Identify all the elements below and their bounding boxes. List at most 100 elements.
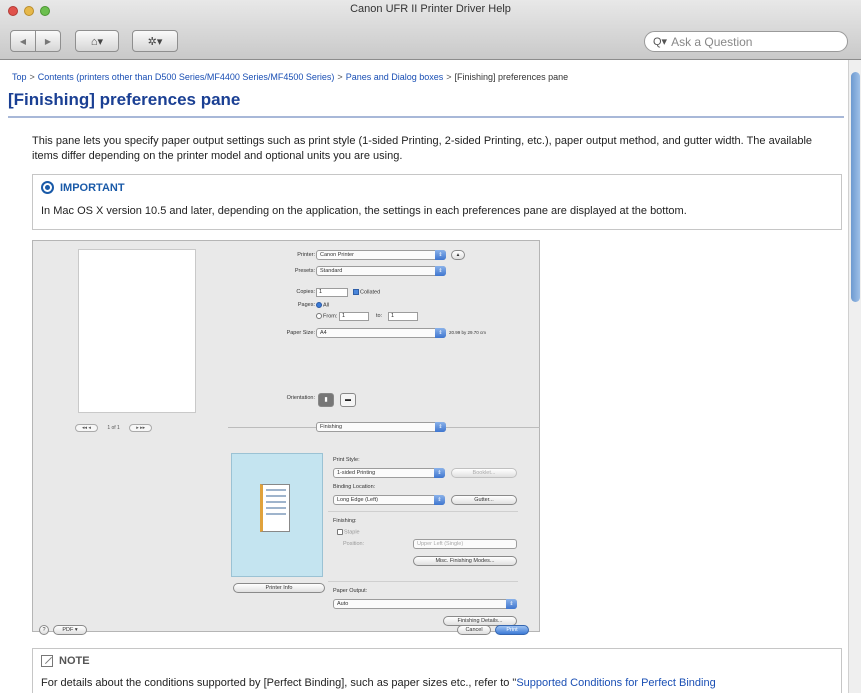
finishing-label: Finishing: (333, 518, 357, 524)
print-button: Print (495, 625, 529, 635)
group-divider (328, 511, 518, 512)
home-icon: ⌂▾ (90, 35, 104, 48)
booklet-button: Booklet... (451, 468, 517, 478)
supported-conditions-link[interactable]: Supported Conditions for Perfect Binding (516, 677, 715, 689)
document-icon (260, 484, 290, 532)
pane-select: Finishing ⇕ (316, 422, 446, 432)
page-title: [Finishing] preferences pane (8, 90, 844, 118)
chevron-updown-icon: ⇕ (435, 250, 446, 260)
help-icon: ? (39, 625, 49, 635)
gear-icon: ✲▾ (147, 35, 163, 48)
preview-next-button: ▸ ▸▸ (129, 424, 153, 432)
note-label: NOTE (59, 655, 90, 667)
search-input[interactable]: Q▾ Ask a Question (644, 31, 848, 52)
paper-output-value: Auto (337, 601, 349, 607)
preview-page (78, 249, 196, 413)
cancel-button: Cancel (457, 625, 491, 635)
window-toolbar: Canon UFR II Printer Driver Help ◀ ▶ ⌂▾ … (0, 0, 861, 60)
landscape-icon: ▬ (340, 393, 356, 407)
printer-value: Canon Printer (320, 252, 354, 258)
printer-details-button: ▴ (451, 250, 465, 260)
pdf-button: PDF ▾ (53, 625, 87, 635)
forward-arrow-icon: ▶ (44, 36, 52, 46)
pages-all-label: All (323, 302, 330, 309)
chevron-updown-icon: ⇕ (434, 468, 445, 478)
chevron-updown-icon: ⇕ (435, 328, 446, 338)
printer-label: Printer: (297, 252, 315, 258)
staple-checkbox: Staple (337, 529, 360, 535)
presets-select: Standard ⇕ (316, 266, 446, 276)
pages-from-field: 1 (339, 312, 369, 321)
help-content: Top > Contents (printers other than D500 S… (0, 60, 848, 693)
copies-field: 1 (316, 288, 348, 297)
back-button[interactable]: ◀ (10, 30, 36, 52)
note-heading: NOTE (41, 655, 90, 667)
breadcrumb-top[interactable]: Top (12, 72, 27, 82)
binding-location-select: Long Edge (Left) ⇕ (333, 495, 445, 505)
position-label: Position: (343, 541, 365, 547)
pages-to-field: 1 (388, 312, 418, 321)
search-placeholder: Ask a Question (671, 34, 753, 49)
note-body: For details about the conditions support… (41, 677, 517, 689)
breadcrumb-panes[interactable]: Panes and Dialog boxes (346, 72, 444, 82)
paper-output-select: Auto ⇕ (333, 599, 517, 609)
pages-from-radio: From: (316, 313, 337, 319)
presets-value: Standard (320, 268, 343, 274)
preview-navigation: ◂◂ ◂ 1 of 1 ▸ ▸▸ (75, 424, 153, 434)
gutter-button: Gutter... (451, 495, 517, 505)
pencil-note-icon (41, 655, 53, 667)
collated-label: Collated (360, 289, 381, 296)
paper-output-label: Paper Output: (333, 588, 368, 594)
scrollbar-thumb[interactable] (851, 72, 860, 302)
important-text: In Mac OS X version 10.5 and later, depe… (41, 205, 687, 217)
page-counter: 1 of 1 (107, 425, 120, 431)
print-style-select: 1-sided Printing ⇕ (333, 468, 445, 478)
chevron-updown-icon: ⇕ (435, 266, 446, 276)
important-icon (41, 181, 54, 194)
action-menu-button[interactable]: ✲▾ (132, 30, 178, 52)
collated-checkbox: Collated (353, 289, 380, 295)
chevron-updown-icon: ⇕ (434, 495, 445, 505)
presets-label: Presets: (294, 268, 315, 274)
printer-info-button: Printer Info (233, 583, 325, 593)
pages-all-radio: All (316, 302, 329, 308)
staple-label: Staple (344, 529, 360, 536)
finishing-preview (231, 453, 323, 577)
print-style-value: 1-sided Printing (337, 470, 376, 476)
paper-size-select: A4 ⇕ (316, 328, 446, 338)
paper-size-value: A4 (320, 330, 327, 336)
preview-prev-button: ◂◂ ◂ (75, 424, 98, 432)
breadcrumb: Top > Contents (printers other than D500 S… (12, 72, 568, 82)
home-button[interactable]: ⌂▾ (75, 30, 119, 52)
breadcrumb-separator: > (29, 72, 35, 82)
portrait-icon: ▮ (318, 393, 334, 407)
pages-from-label: From: (323, 313, 338, 320)
pages-label: Pages: (297, 302, 315, 308)
orientation-label: Orientation: (286, 395, 315, 401)
pane-select-value: Finishing (320, 424, 343, 430)
chevron-updown-icon: ⇕ (506, 599, 517, 609)
search-icon: Q▾ (653, 36, 668, 48)
print-style-label: Print Style: (333, 457, 360, 463)
paper-size-label: Paper Size: (286, 330, 315, 336)
breadcrumb-separator: > (446, 72, 452, 82)
window-title: Canon UFR II Printer Driver Help (350, 3, 511, 15)
important-box: IMPORTANT In Mac OS X version 10.5 and l… (32, 174, 842, 230)
printer-select: Canon Printer ⇕ (316, 250, 446, 260)
chevron-updown-icon: ⇕ (435, 422, 446, 432)
group-divider (328, 581, 518, 582)
important-heading: IMPORTANT (41, 181, 125, 194)
print-dialog-screenshot: ◂◂ ◂ 1 of 1 ▸ ▸▸ Printer: Canon Printer ⇕… (32, 240, 540, 635)
vertical-scrollbar[interactable]: ▲ ▼ (848, 60, 861, 693)
paper-size-dims: 20.99 by 29.70 cm (449, 330, 487, 335)
binding-location-value: Long Edge (Left) (337, 497, 378, 503)
note-box: NOTE For details about the conditions su… (32, 648, 842, 693)
position-select: Upper Left (Single) (413, 539, 517, 549)
breadcrumb-contents[interactable]: Contents (printers other than D500 Serie… (38, 72, 335, 82)
binding-location-label: Binding Location: (333, 484, 376, 490)
misc-finishing-button: Misc. Finishing Modes... (413, 556, 517, 566)
forward-button[interactable]: ▶ (35, 30, 61, 52)
note-text: For details about the conditions support… (41, 676, 837, 691)
back-arrow-icon: ◀ (19, 36, 27, 46)
breadcrumb-separator: > (337, 72, 343, 82)
